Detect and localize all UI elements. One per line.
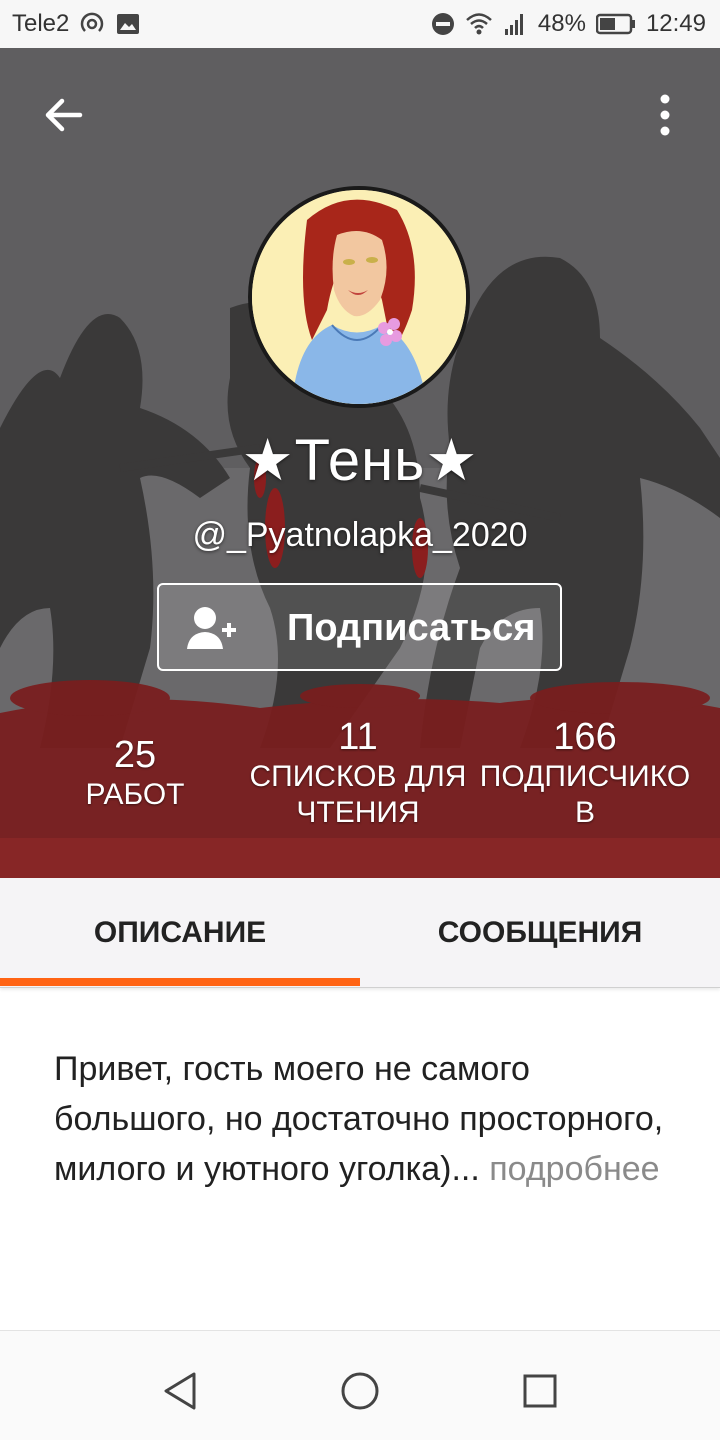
stat-reading-lists-value: 11 xyxy=(338,716,378,758)
read-more-link[interactable]: подробнее xyxy=(480,1150,659,1188)
nav-home-icon xyxy=(341,1372,379,1410)
avatar-image xyxy=(252,190,466,404)
stat-followers[interactable]: 166 ПОДПИСЧИКО В xyxy=(470,716,700,831)
system-nav-bar xyxy=(0,1330,720,1440)
nav-back-button[interactable] xyxy=(150,1361,210,1421)
stat-works[interactable]: 25 РАБОТ xyxy=(70,734,200,813)
tab-description[interactable]: ОПИСАНИЕ xyxy=(0,878,360,988)
description-ellipsis: ... xyxy=(451,1150,480,1188)
nav-home-button[interactable] xyxy=(330,1361,390,1421)
wifi-icon xyxy=(466,13,492,35)
tab-messages[interactable]: СООБЩЕНИЯ xyxy=(360,878,720,988)
active-tab-indicator xyxy=(0,978,360,986)
profile-description: Привет, гость моего не самого большого, … xyxy=(54,1044,674,1194)
nav-recents-icon xyxy=(523,1374,557,1408)
back-arrow-icon xyxy=(45,98,83,132)
profile-handle: @_Pyatnolapka_2020 xyxy=(192,516,528,554)
follow-button-label: Подписаться xyxy=(287,607,536,649)
profile-tabs: ОПИСАНИЕ СООБЩЕНИЯ xyxy=(0,878,720,988)
profile-header: ★Тень★ @_Pyatnolapka_2020 Подписаться 25… xyxy=(0,48,720,878)
clock: 12:49 xyxy=(645,10,706,37)
more-vert-icon xyxy=(660,94,670,136)
nav-recents-button[interactable] xyxy=(510,1361,570,1421)
stat-reading-lists-label-2: ЧТЕНИЯ xyxy=(296,796,420,829)
nav-back-icon xyxy=(164,1372,196,1410)
stat-works-value: 25 xyxy=(113,734,157,776)
more-options-button[interactable] xyxy=(640,86,690,144)
radio-icon xyxy=(81,12,104,32)
avatar[interactable] xyxy=(248,186,470,408)
stat-reading-lists[interactable]: 11 СПИСКОВ ДЛЯ ЧТЕНИЯ xyxy=(238,716,478,831)
back-button[interactable] xyxy=(34,86,92,144)
battery-percent: 48% xyxy=(537,10,586,37)
stat-reading-lists-label: СПИСКОВ ДЛЯ xyxy=(249,760,467,793)
stat-followers-label: ПОДПИСЧИКО xyxy=(479,760,691,793)
stat-followers-label-2: В xyxy=(574,796,595,829)
follow-button[interactable]: Подписаться xyxy=(157,583,562,671)
profile-name: ★Тень★ xyxy=(241,428,479,493)
stat-works-label: РАБОТ xyxy=(85,778,185,811)
signal-icon xyxy=(504,14,523,35)
image-icon xyxy=(117,14,140,34)
add-user-icon xyxy=(187,607,236,649)
status-bar: Tele2 48% 12:49 xyxy=(0,0,720,48)
stat-followers-value: 166 xyxy=(553,716,617,758)
dnd-icon xyxy=(431,13,454,35)
carrier-label: Tele2 xyxy=(12,10,70,37)
battery-icon xyxy=(595,13,635,35)
